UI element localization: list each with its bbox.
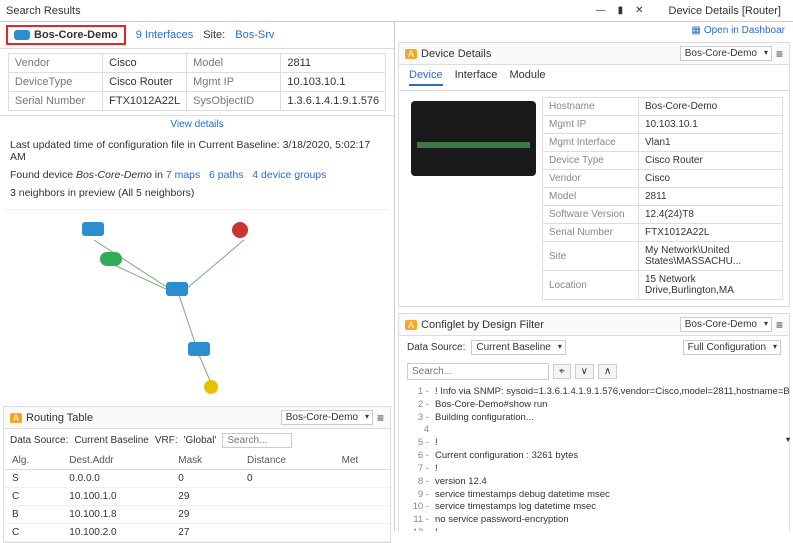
- tab-module[interactable]: Module: [509, 69, 545, 86]
- search-results-title: Search Results: [6, 5, 593, 17]
- device-detail-table: HostnameBos-Core-Demo Mgmt IP10.103.10.1…: [542, 97, 783, 300]
- device-tabs: Bos-Core-Demo 9 Interfaces Site: Bos-Srv: [0, 22, 394, 49]
- paths-link[interactable]: 6 paths: [209, 169, 243, 181]
- dd-title: Device Details: [421, 48, 491, 60]
- close-icon[interactable]: ✕: [632, 5, 646, 16]
- device-details-panel: A Device Details Bos-Core-Demo ≡ Device …: [398, 42, 790, 307]
- device-image: [411, 101, 536, 176]
- badge-icon: A: [10, 413, 22, 423]
- cfg-title: Configlet by Design Filter: [421, 319, 544, 331]
- table-row[interactable]: C10.100.1.029: [4, 488, 390, 506]
- cfg-search-input[interactable]: [407, 363, 549, 380]
- device-name: Bos-Core-Demo: [34, 29, 118, 41]
- cfg-ds-select[interactable]: Current Baseline: [471, 340, 565, 355]
- device-tab[interactable]: Bos-Core-Demo: [6, 25, 126, 45]
- routing-table-title: Routing Table: [26, 412, 93, 424]
- device-groups-link[interactable]: 4 device groups: [252, 169, 326, 181]
- neighbors-note: 3 neighbors in preview (All 5 neighbors): [0, 187, 394, 205]
- cfg-full-select[interactable]: Full Configuration: [683, 340, 781, 355]
- tab-device[interactable]: Device: [409, 69, 443, 86]
- routing-device-select[interactable]: Bos-Core-Demo: [281, 410, 373, 425]
- topology-preview[interactable]: [4, 209, 390, 399]
- rt-ds-label: Data Source:: [10, 435, 68, 446]
- baseline-note: Last updated time of configuration file …: [0, 133, 394, 169]
- site-label: Site:: [203, 29, 225, 41]
- dashboard-icon: ▦: [691, 25, 700, 36]
- maps-link[interactable]: 7 maps: [166, 169, 200, 181]
- right-pane: ▦ Open in Dashboar A Device Details Bos-…: [395, 22, 793, 531]
- interfaces-tab[interactable]: 9 Interfaces: [136, 29, 193, 41]
- rt-ds-select[interactable]: Current Baseline: [74, 435, 148, 446]
- rt-vrf-label: VRF:: [155, 435, 178, 446]
- open-in-dashboard[interactable]: ▦ Open in Dashboar: [691, 25, 785, 36]
- rt-vrf-select[interactable]: 'Global': [184, 435, 217, 446]
- routing-table: Alg.Dest.AddrMaskDistanceMet S0.0.0.000C…: [4, 452, 390, 542]
- pin-icon[interactable]: ▮: [615, 5, 627, 16]
- table-row[interactable]: C10.100.2.027: [4, 524, 390, 542]
- cfg-down-btn[interactable]: ∨: [575, 364, 594, 379]
- device-info-table: VendorCiscoModel2811 DeviceTypeCisco Rou…: [8, 53, 386, 111]
- device-details-title: Device Details [Router]: [669, 5, 782, 17]
- title-bar: Search Results — ▮ ✕ Device Details [Rou…: [0, 0, 793, 22]
- routing-table-panel: A Routing Table Bos-Core-Demo ≡ Data Sou…: [3, 406, 391, 543]
- configlet-panel: A Configlet by Design Filter Bos-Core-De…: [398, 313, 790, 531]
- cfg-up-btn[interactable]: ∧: [598, 364, 617, 379]
- rt-search-input[interactable]: [222, 433, 292, 448]
- config-code[interactable]: 1 -! Info via SNMP: sysoid=1.3.6.1.4.1.9…: [399, 384, 789, 531]
- left-pane: Bos-Core-Demo 9 Interfaces Site: Bos-Srv…: [0, 22, 395, 531]
- table-row[interactable]: S0.0.0.000: [4, 470, 390, 488]
- cfg-menu-icon[interactable]: ≡: [776, 318, 783, 332]
- site-link[interactable]: Bos-Srv: [235, 29, 274, 41]
- found-device-note: Found device Bos-Core-Demo in 7 maps 6 p…: [0, 169, 394, 187]
- table-row[interactable]: B10.100.1.829: [4, 506, 390, 524]
- cfg-device-select[interactable]: Bos-Core-Demo: [680, 317, 772, 332]
- cfg-ds-label: Data Source:: [407, 342, 465, 353]
- dd-device-select[interactable]: Bos-Core-Demo: [680, 46, 772, 61]
- router-icon: [14, 30, 30, 40]
- view-details-link[interactable]: View details: [0, 115, 394, 133]
- cfg-search-btn[interactable]: ⌖: [553, 364, 571, 379]
- tab-interface[interactable]: Interface: [455, 69, 498, 86]
- minimize-icon[interactable]: —: [593, 5, 609, 16]
- routing-menu-icon[interactable]: ≡: [377, 411, 384, 425]
- dd-menu-icon[interactable]: ≡: [776, 47, 783, 61]
